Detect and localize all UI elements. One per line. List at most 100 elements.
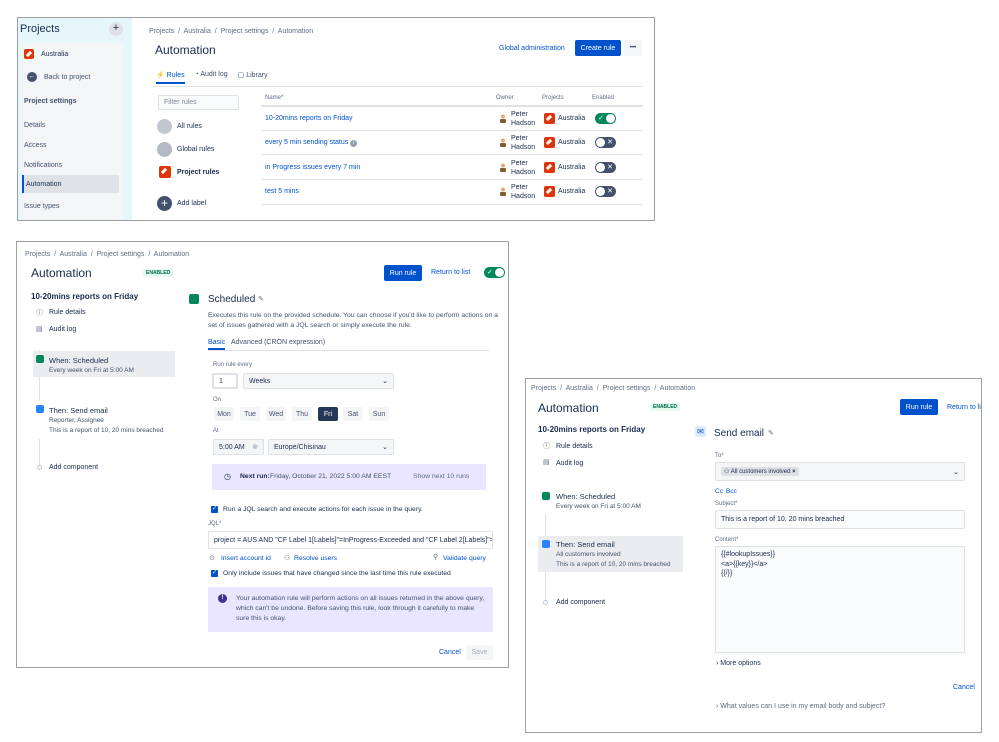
- cancel-button[interactable]: Cancel: [953, 684, 975, 691]
- page-title: Automation: [31, 266, 92, 280]
- audit-log-link[interactable]: Audit log: [556, 460, 583, 467]
- rule-name-link[interactable]: in Progress issues every 7 min: [265, 164, 360, 171]
- chevron-down-icon: ⌄: [953, 468, 959, 476]
- subject-input[interactable]: This is a report of 10, 20 mins breached: [715, 510, 965, 529]
- when-scheduled-step[interactable]: When: Scheduled Every week on Fri at 5:0…: [538, 488, 683, 514]
- add-label-icon[interactable]: +: [157, 196, 172, 211]
- sidebar-panel: Australia ← Back to project Project sett…: [22, 43, 123, 220]
- clear-icon[interactable]: ⊗: [252, 443, 258, 451]
- owner-name: Peter Hadson: [511, 110, 535, 128]
- filter-project-rules[interactable]: Project rules: [177, 169, 219, 176]
- sidebar-item-notifications[interactable]: Notifications: [24, 162, 62, 169]
- bcc-link[interactable]: Bcc: [726, 488, 737, 495]
- day-wed[interactable]: Wed: [266, 407, 286, 421]
- enabled-toggle[interactable]: ✕: [595, 162, 616, 173]
- more-options-toggle[interactable]: › More options: [716, 660, 761, 667]
- jql-checkbox[interactable]: ✓: [211, 506, 218, 513]
- day-thu[interactable]: Thu: [292, 407, 312, 421]
- sidebar-item-label: Automation: [26, 181, 62, 188]
- insert-account-link[interactable]: Insert account id: [221, 555, 271, 562]
- day-fri[interactable]: Fri: [318, 407, 338, 421]
- sidebar-item-automation[interactable]: Automation: [22, 175, 119, 193]
- return-to-list-link[interactable]: Return to list: [431, 269, 470, 276]
- rule-details-link[interactable]: Rule details: [49, 309, 86, 316]
- day-sat[interactable]: Sat: [343, 407, 363, 421]
- to-field[interactable]: ⚇ All customers involved × ⌄: [715, 462, 965, 481]
- filter-global-rules[interactable]: Global rules: [177, 146, 214, 153]
- then-send-email-step[interactable]: Then: Send email Reporter, Assignee This…: [33, 401, 175, 439]
- clock-icon: ◷: [224, 472, 231, 481]
- enabled-toggle[interactable]: ✕: [595, 137, 616, 148]
- run-rule-button[interactable]: Run rule: [384, 265, 422, 281]
- project-name: Australia: [558, 139, 586, 146]
- save-button[interactable]: Save: [466, 645, 493, 660]
- jql-input[interactable]: project = AUS AND "CF Label 1[Labels]"=I…: [208, 531, 493, 549]
- filter-all-rules[interactable]: All rules: [177, 123, 202, 130]
- global-admin-link[interactable]: Global administration: [499, 45, 565, 52]
- day-mon[interactable]: Mon: [214, 407, 234, 421]
- rule-name-text: every 5 min sending status: [265, 139, 349, 146]
- next-run-label: Next run:: [240, 473, 270, 480]
- then-send-email-step[interactable]: Then: Send email All customers involved …: [538, 536, 683, 572]
- add-component-link[interactable]: Add component: [49, 464, 98, 471]
- sidebar-item-access[interactable]: Access: [24, 142, 47, 149]
- project-avatar: [544, 137, 555, 148]
- remove-icon[interactable]: ×: [792, 469, 796, 475]
- when-title: When: Scheduled: [556, 492, 616, 501]
- period-select[interactable]: Weeks ⌄: [243, 373, 394, 389]
- calendar-icon: [542, 492, 550, 500]
- validate-query-link[interactable]: Validate query: [443, 555, 486, 562]
- tab-basic[interactable]: Basic: [208, 339, 226, 350]
- add-component-link[interactable]: Add component: [556, 599, 605, 606]
- cancel-button[interactable]: Cancel: [439, 649, 461, 656]
- rule-name-link[interactable]: 10-20mins reports on Friday: [265, 115, 353, 122]
- email-icon: [542, 540, 550, 548]
- pencil-icon[interactable]: ✎: [768, 429, 774, 437]
- rule-name-link[interactable]: test 5 mins: [265, 188, 299, 195]
- rule-enabled-toggle[interactable]: ✓: [484, 267, 505, 278]
- tab-library[interactable]: ▢ Library: [238, 71, 268, 84]
- project-avatar: [544, 186, 555, 197]
- row-divider: [261, 179, 643, 180]
- audit-log-link[interactable]: Audit log: [49, 326, 76, 333]
- tab-rules[interactable]: ⚡ Rules: [156, 71, 185, 84]
- tab-audit-log[interactable]: ◔ Audit log: [195, 71, 228, 84]
- more-actions-button[interactable]: •••: [624, 40, 642, 56]
- x-icon: ✕: [607, 164, 613, 171]
- content-editor[interactable]: {{#lookupIssues}} <a>{{key}}</a> {{/}}: [715, 546, 965, 653]
- day-sun[interactable]: Sun: [369, 407, 389, 421]
- run-every-label: Run rule every: [213, 362, 253, 368]
- resolve-users-link[interactable]: Resolve users: [294, 555, 337, 562]
- email-help-toggle[interactable]: › What values can I use in my email body…: [716, 703, 885, 710]
- show-next-runs-link[interactable]: Show next 10 runs: [413, 473, 469, 480]
- status-badge: ENABLED: [650, 403, 681, 411]
- time-input[interactable]: 5:00 AM ⊗: [213, 439, 264, 455]
- check-icon: ✓: [487, 269, 493, 276]
- enabled-toggle[interactable]: ✕: [595, 186, 616, 197]
- recipient-chip[interactable]: ⚇ All customers involved ×: [721, 467, 799, 476]
- cc-link[interactable]: Cc: [715, 488, 723, 495]
- days-selector: Mon Tue Wed Thu Fri Sat Sun: [214, 407, 389, 421]
- rule-name-link[interactable]: every 5 min sending status i: [265, 139, 358, 147]
- run-rule-button[interactable]: Run rule: [900, 399, 938, 415]
- add-component-dot: [543, 600, 548, 605]
- enabled-toggle[interactable]: ✓: [595, 113, 616, 124]
- timezone-select[interactable]: Europe/Chisinau ⌄: [268, 439, 394, 455]
- content-line: <a>{{key}}</a>: [721, 560, 768, 568]
- add-label-link[interactable]: Add label: [177, 200, 206, 207]
- run-every-input[interactable]: 1: [212, 373, 238, 389]
- create-rule-button[interactable]: Create rule: [575, 40, 621, 56]
- when-scheduled-step[interactable]: When: Scheduled Every week on Fri at 5:0…: [33, 351, 175, 377]
- add-project-button[interactable]: +: [109, 22, 123, 36]
- back-to-project-link[interactable]: Back to project: [44, 74, 90, 81]
- day-tue[interactable]: Tue: [240, 407, 260, 421]
- filter-rules-input[interactable]: Filter rules: [158, 95, 239, 110]
- sidebar-item-issue-types[interactable]: Issue types: [24, 203, 59, 210]
- tab-advanced[interactable]: Advanced (CRON expression): [231, 339, 325, 346]
- return-to-list-link[interactable]: Return to li: [947, 404, 981, 411]
- rule-details-link[interactable]: Rule details: [556, 443, 593, 450]
- pencil-icon[interactable]: ✎: [258, 295, 264, 303]
- only-changed-checkbox[interactable]: ✓: [211, 570, 218, 577]
- sidebar-item-details[interactable]: Details: [24, 122, 45, 129]
- col-name[interactable]: Name*: [265, 95, 283, 101]
